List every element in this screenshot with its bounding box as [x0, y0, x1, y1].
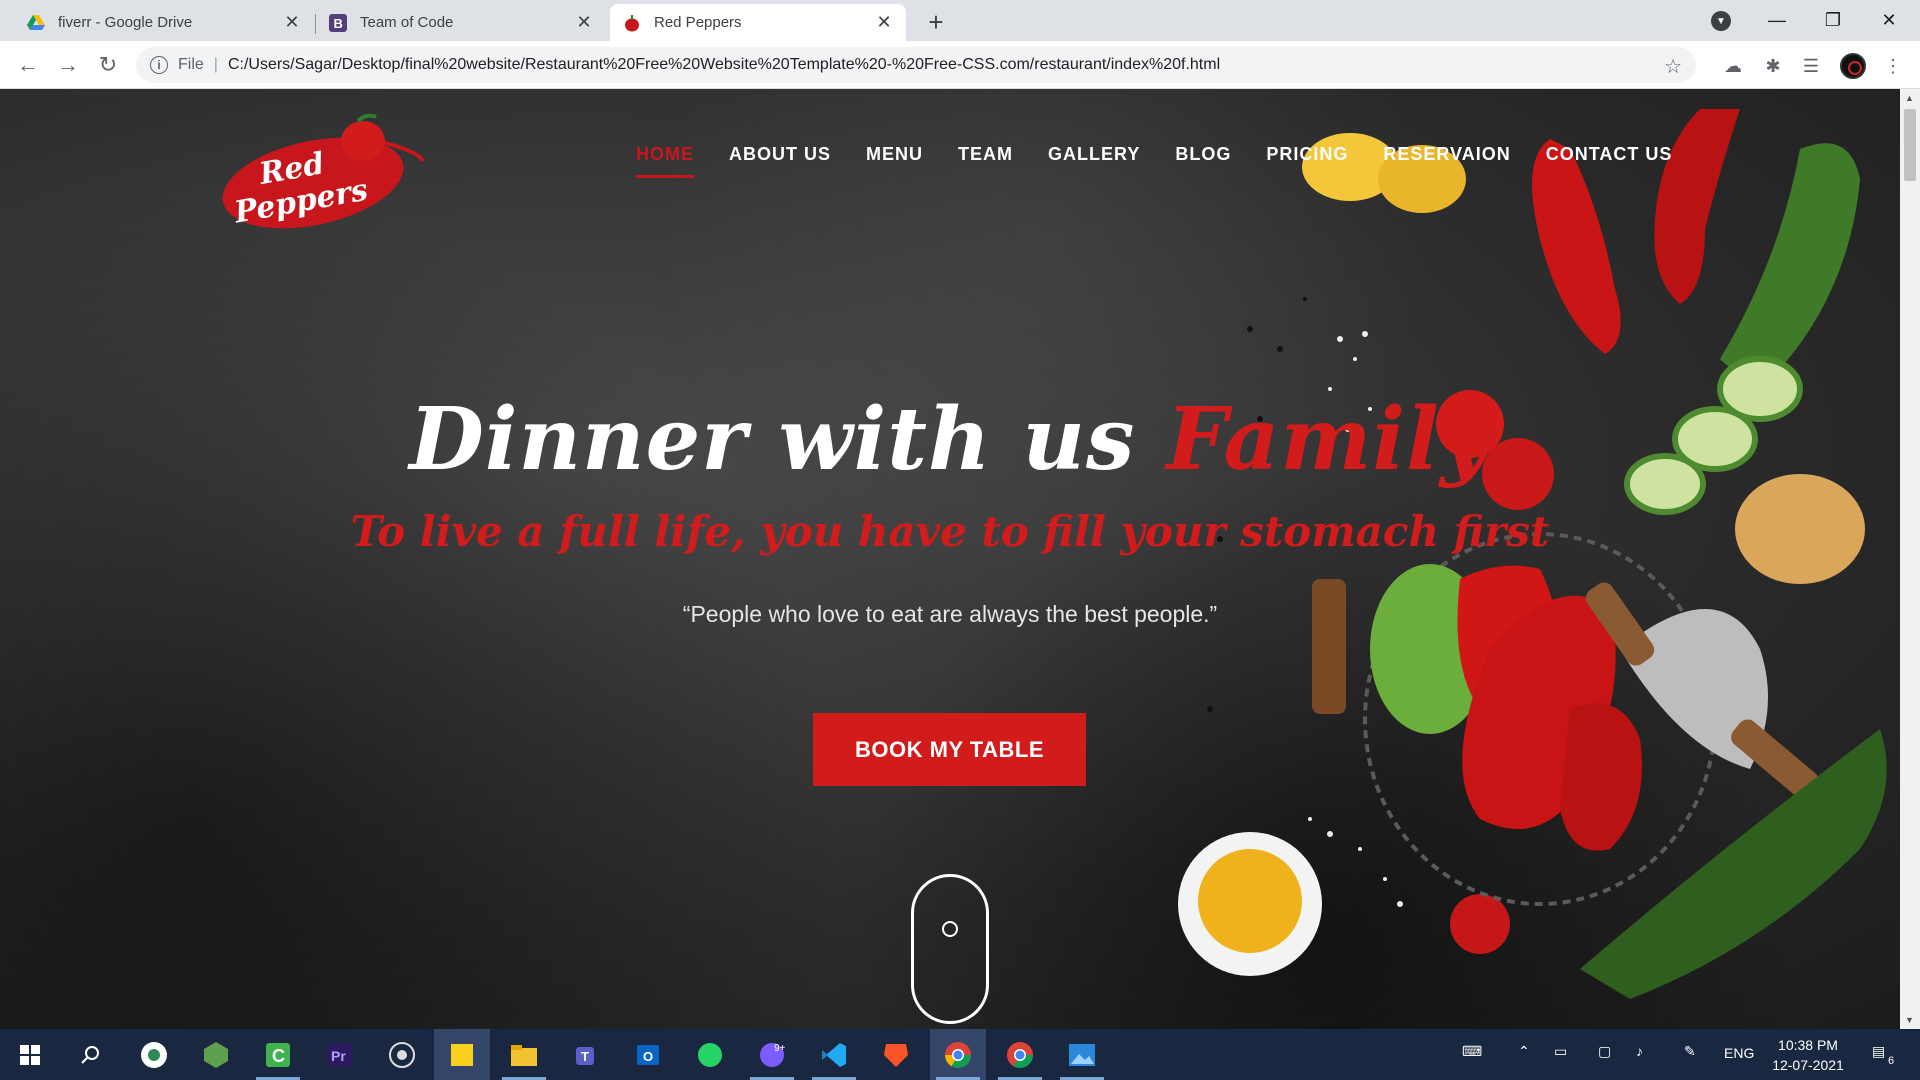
- browser-toolbar: ← → ↻ i File | C:/Users/Sagar/Desktop/fi…: [0, 41, 1920, 89]
- chrome-profile-icon[interactable]: [992, 1029, 1048, 1080]
- scrollbar-thumb[interactable]: [1904, 109, 1916, 181]
- scroll-down-mouse-icon[interactable]: [911, 874, 989, 1024]
- scroll-down-arrow-icon[interactable]: ▼: [1905, 1015, 1914, 1025]
- back-icon[interactable]: ←: [14, 51, 42, 79]
- language-indicator[interactable]: ENG: [1724, 1045, 1754, 1061]
- red-pepper-icon: [622, 13, 642, 33]
- nav-gallery[interactable]: GALLERY: [1048, 144, 1140, 165]
- extensions-puzzle-icon[interactable]: ✱: [1762, 55, 1784, 77]
- premiere-icon[interactable]: Pr: [312, 1029, 368, 1080]
- chevron-up-icon[interactable]: ⌃: [1518, 1043, 1530, 1060]
- nav-blog[interactable]: BLOG: [1175, 144, 1231, 165]
- new-tab-button[interactable]: +: [922, 7, 950, 37]
- svg-text:Pr: Pr: [331, 1048, 346, 1064]
- svg-text:C: C: [272, 1046, 285, 1066]
- teams-icon[interactable]: T: [558, 1029, 614, 1080]
- tab-red-peppers[interactable]: Red Peppers ✕: [610, 4, 906, 41]
- svg-text:O: O: [643, 1049, 653, 1064]
- tab-title: Team of Code: [360, 14, 454, 31]
- address-bar[interactable]: i File | C:/Users/Sagar/Desktop/final%20…: [136, 47, 1696, 83]
- svg-text:B: B: [334, 16, 343, 31]
- close-icon[interactable]: ✕: [282, 12, 302, 33]
- page-scrollbar[interactable]: ▲ ▼: [1900, 89, 1920, 1029]
- clock-time: 10:38 PM: [1778, 1037, 1838, 1053]
- vegetables-image: [1178, 109, 1887, 999]
- profile-avatar[interactable]: [1840, 53, 1866, 79]
- tab-title: fiverr - Google Drive: [58, 14, 193, 31]
- vscode-icon[interactable]: [806, 1029, 862, 1080]
- windows-start-icon[interactable]: [2, 1029, 58, 1080]
- page-viewport: Red Peppers HOME ABOUT US MENU TEAM GALL…: [0, 89, 1900, 1029]
- windows-taskbar: C Pr T O 9+ ⌨ ⌃ ▭ ▢ ♪ ✎ ENG 10:38 PM 12-…: [0, 1029, 1920, 1080]
- outlook-icon[interactable]: O: [620, 1029, 676, 1080]
- tab-search-icon[interactable]: ▼: [1711, 11, 1731, 31]
- tab-strip: fiverr - Google Drive ✕ B Team of Code ✕…: [0, 0, 1920, 41]
- nav-menu[interactable]: MENU: [866, 144, 923, 165]
- close-icon[interactable]: ✕: [574, 12, 594, 33]
- minimize-button[interactable]: —: [1754, 6, 1800, 34]
- url-text[interactable]: C:/Users/Sagar/Desktop/final%20website/R…: [228, 56, 1220, 74]
- nav-contact-us[interactable]: CONTACT US: [1546, 144, 1673, 165]
- close-window-button[interactable]: ✕: [1866, 6, 1912, 34]
- search-icon[interactable]: [62, 1029, 118, 1080]
- messenger-badge: 9+: [774, 1043, 786, 1054]
- reading-list-icon[interactable]: ☰: [1800, 55, 1822, 77]
- book-my-table-button[interactable]: BOOK MY TABLE: [813, 713, 1086, 786]
- obs-icon[interactable]: [374, 1029, 430, 1080]
- google-drive-icon: [26, 13, 46, 33]
- svg-text:T: T: [581, 1049, 589, 1064]
- main-nav: HOME ABOUT US MENU TEAM GALLERY BLOG PRI…: [636, 144, 1707, 178]
- menu-kebab-icon[interactable]: ⋮: [1882, 55, 1904, 77]
- messenger-icon[interactable]: 9+: [744, 1029, 800, 1080]
- url-scheme: File: [178, 56, 204, 73]
- keyboard-icon[interactable]: ⌨: [1462, 1043, 1482, 1060]
- chrome-alt-icon[interactable]: [126, 1029, 182, 1080]
- hero-subtitle: To live a full life, you have to fill yo…: [350, 507, 1550, 556]
- extension-cloud-icon[interactable]: ☁: [1722, 55, 1744, 77]
- nav-pricing[interactable]: PRICING: [1266, 144, 1348, 165]
- sticky-notes-icon[interactable]: [434, 1029, 490, 1080]
- pen-icon[interactable]: ✎: [1684, 1043, 1696, 1060]
- restore-button[interactable]: ❐: [1810, 6, 1856, 34]
- forward-icon[interactable]: →: [54, 51, 82, 79]
- system-clock[interactable]: 10:38 PM 12-07-2021: [1758, 1035, 1858, 1075]
- node-icon[interactable]: [188, 1029, 244, 1080]
- whatsapp-icon[interactable]: [682, 1029, 738, 1080]
- bookmark-star-icon[interactable]: ☆: [1664, 54, 1682, 79]
- close-icon[interactable]: ✕: [874, 12, 894, 33]
- nav-about-us[interactable]: ABOUT US: [729, 144, 831, 165]
- clock-date: 12-07-2021: [1772, 1057, 1844, 1073]
- url-divider: |: [213, 56, 218, 73]
- network-icon[interactable]: ▢: [1598, 1043, 1611, 1060]
- hero-quote: “People who love to eat are always the b…: [682, 601, 1218, 627]
- info-icon[interactable]: i: [150, 56, 168, 74]
- brave-icon[interactable]: [868, 1029, 924, 1080]
- hero-title-accent: Family: [1166, 389, 1491, 490]
- bootstrap-icon: B: [328, 13, 348, 33]
- battery-icon[interactable]: ▭: [1554, 1043, 1567, 1060]
- notifications-icon[interactable]: ▤: [1872, 1043, 1885, 1060]
- tab-team-of-code[interactable]: B Team of Code ✕: [316, 4, 606, 41]
- chrome-icon[interactable]: [930, 1029, 986, 1080]
- reload-icon[interactable]: ↻: [94, 51, 122, 79]
- tab-title: Red Peppers: [654, 14, 742, 31]
- volume-icon[interactable]: ♪: [1636, 1043, 1643, 1059]
- file-explorer-icon[interactable]: [496, 1029, 552, 1080]
- camtasia-icon[interactable]: C: [250, 1029, 306, 1080]
- red-peppers-logo[interactable]: Red Peppers: [218, 111, 428, 231]
- photos-icon[interactable]: [1054, 1029, 1110, 1080]
- nav-reservation[interactable]: RESERVAION: [1383, 144, 1510, 165]
- scroll-up-arrow-icon[interactable]: ▲: [1905, 93, 1914, 103]
- tab-google-drive[interactable]: fiverr - Google Drive ✕: [14, 4, 314, 41]
- mouse-wheel: [942, 921, 958, 937]
- hero-title-main: Dinner with us: [409, 389, 1167, 490]
- hero-title: Dinner with us Family: [0, 389, 1900, 490]
- nav-home[interactable]: HOME: [636, 144, 694, 178]
- notifications-count: 6: [1888, 1055, 1895, 1067]
- nav-team[interactable]: TEAM: [958, 144, 1013, 165]
